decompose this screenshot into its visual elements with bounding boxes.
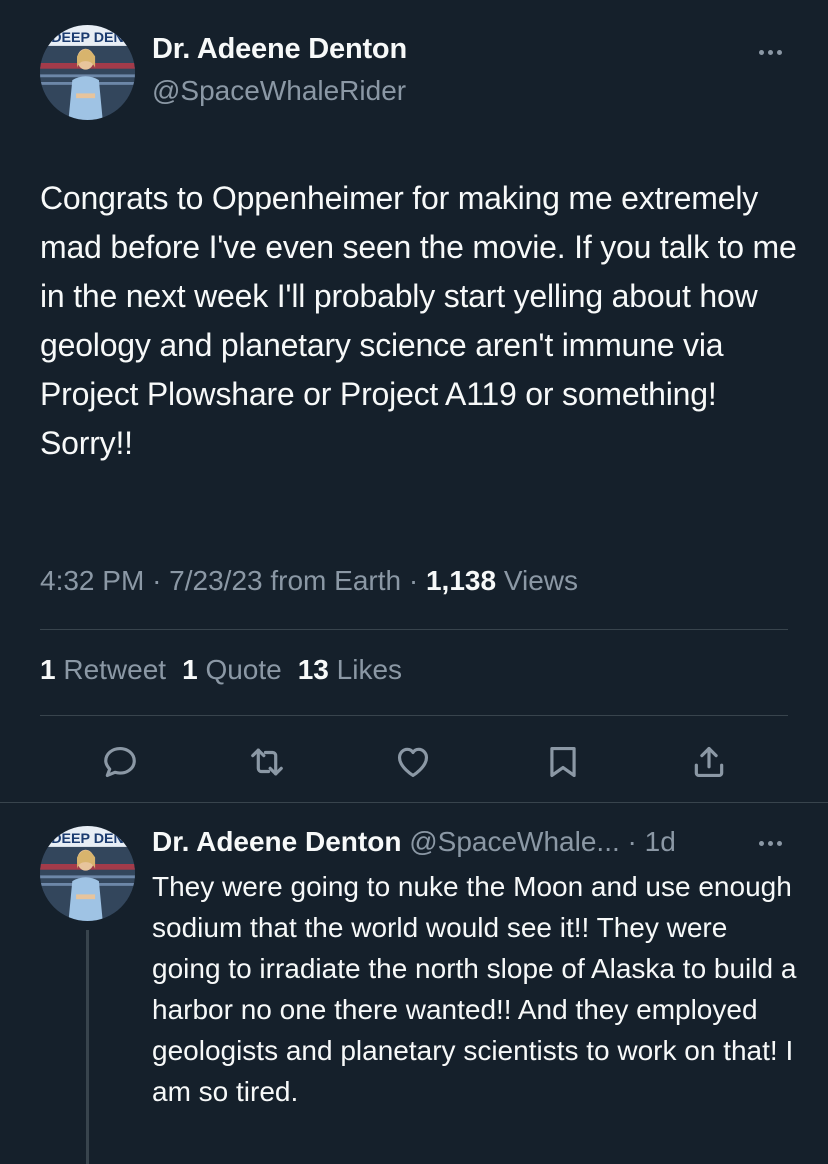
reply-header: Dr. Adeene Denton @SpaceWhale... · 1d: [152, 826, 676, 858]
retweets-stat[interactable]: 1 Retweet: [40, 654, 166, 685]
reply-author-handle[interactable]: @SpaceWhale...: [409, 826, 620, 857]
tweet-date[interactable]: 7/23/23: [169, 565, 262, 596]
like-icon: [397, 747, 429, 778]
reply-icon: [104, 746, 136, 778]
share-button[interactable]: [689, 742, 729, 782]
tweet-source: from Earth: [270, 565, 402, 596]
retweet-icon: [251, 748, 283, 776]
engagement-stats: 1 Retweet 1 Quote 13 Likes: [40, 654, 402, 686]
likes-label: Likes: [336, 654, 403, 685]
views-label: Views: [503, 565, 579, 596]
author-handle[interactable]: @SpaceWhaleRider: [152, 75, 406, 107]
divider: [40, 715, 788, 716]
divider: [0, 802, 828, 803]
more-options-icon[interactable]: [750, 833, 790, 853]
bookmark-icon: [550, 746, 576, 778]
tweet-time[interactable]: 4:32 PM: [40, 565, 144, 596]
quotes-label: Quote: [205, 654, 282, 685]
tweet-text: Congrats to Oppenheimer for making me ex…: [40, 180, 797, 461]
avatar-photo: DEEP DEN: [40, 25, 135, 120]
retweets-count: 1: [40, 654, 56, 685]
reply-author-name[interactable]: Dr. Adeene Denton: [152, 826, 401, 857]
bookmark-button[interactable]: [543, 742, 583, 782]
more-options-icon[interactable]: [750, 42, 790, 62]
divider: [40, 629, 788, 630]
reply-author-avatar[interactable]: DEEP DEN: [40, 826, 135, 921]
like-button[interactable]: [393, 742, 433, 782]
quotes-stat[interactable]: 1 Quote: [182, 654, 282, 685]
author-avatar[interactable]: DEEP DEN: [40, 25, 135, 120]
avatar-banner-text: DEEP DEN: [51, 30, 124, 46]
share-icon: [694, 746, 724, 778]
reply-separator: ·: [627, 826, 637, 857]
tweet-meta: 4:32 PM · 7/23/23 from Earth · 1,138 Vie…: [40, 565, 579, 596]
avatar-photo: DEEP DEN: [40, 826, 135, 921]
retweet-button[interactable]: [247, 742, 287, 782]
avatar-banner-text: DEEP DEN: [51, 831, 124, 847]
author-name[interactable]: Dr. Adeene Denton: [152, 33, 407, 66]
views-count: 1,138: [425, 565, 497, 596]
reply-text: They were going to nuke the Moon and use…: [152, 871, 797, 1107]
reply-button[interactable]: [100, 742, 140, 782]
tweet-detail-page: DEEP DEN Dr. Adeene Denton @SpaceWhaleRi…: [0, 0, 828, 1164]
thread-connector-line: [86, 930, 89, 1164]
retweets-label: Retweet: [63, 654, 167, 685]
reply-age[interactable]: 1d: [645, 826, 676, 857]
likes-stat[interactable]: 13 Likes: [298, 654, 402, 685]
quotes-count: 1: [182, 654, 198, 685]
likes-count: 13: [297, 654, 329, 685]
